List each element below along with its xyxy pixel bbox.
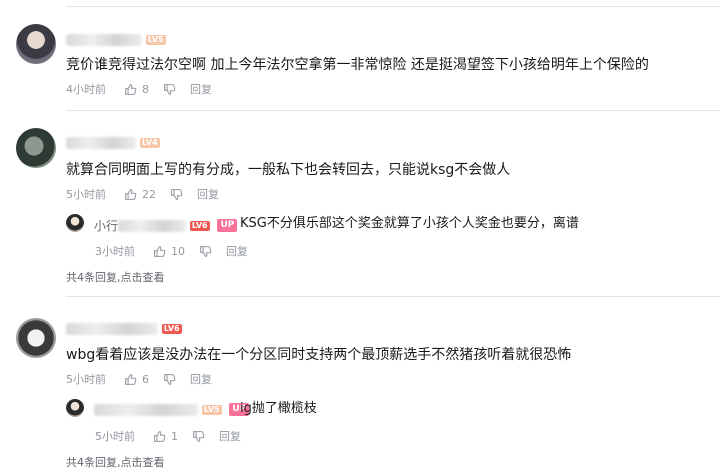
thumbs-up-icon bbox=[125, 188, 137, 200]
username-prefix: 小行 bbox=[94, 219, 119, 233]
level-badge: LV6 bbox=[161, 323, 182, 334]
dislike-button[interactable] bbox=[170, 188, 183, 201]
thumbs-up-icon bbox=[125, 373, 137, 385]
username-blurred bbox=[66, 136, 136, 149]
avatar[interactable] bbox=[16, 24, 56, 64]
username-blurred bbox=[118, 219, 187, 232]
like-count: 1 bbox=[171, 429, 178, 443]
thumbs-up-icon bbox=[125, 83, 137, 95]
like-button[interactable]: 8 bbox=[124, 83, 149, 96]
thumbs-down-icon bbox=[164, 83, 176, 95]
comment-meta: 5小时前 6 回复 bbox=[66, 371, 212, 387]
comment-text: 竞价谁竞得过法尔空啊 加上今年法尔空拿第一非常惊险 还是挺渴望签下小孩给明年上个… bbox=[66, 57, 649, 73]
thumbs-down-icon bbox=[164, 373, 176, 385]
dislike-button[interactable] bbox=[163, 83, 176, 96]
reply-text: ig抛了橄榄枝 bbox=[240, 401, 317, 416]
up-badge: UP bbox=[217, 219, 238, 232]
reply-meta: 3小时前 10 回复 bbox=[95, 243, 248, 259]
like-count: 22 bbox=[142, 187, 156, 201]
comment-meta: 5小时前 22 回复 bbox=[66, 186, 219, 202]
comment-text: wbg看着应该是没办法在一个分区同时支持两个最顶薪选手不然猪孩听着就很恐怖 bbox=[66, 347, 572, 363]
username[interactable]: LV6 bbox=[66, 321, 182, 335]
like-count: 6 bbox=[142, 372, 149, 386]
timestamp: 4小时前 bbox=[66, 83, 106, 96]
username-blurred bbox=[66, 33, 142, 46]
username[interactable]: 小行 LV6 UP bbox=[94, 217, 238, 233]
avatar[interactable] bbox=[16, 128, 56, 168]
thumbs-down-icon bbox=[193, 430, 205, 442]
view-more-replies: 共4条回复,点击查看 bbox=[66, 269, 165, 285]
dislike-button[interactable] bbox=[199, 245, 212, 258]
thumbs-up-icon bbox=[154, 245, 166, 257]
thumbs-up-icon bbox=[154, 430, 166, 442]
view-replies-link[interactable]: 点击查看 bbox=[121, 456, 165, 469]
divider-top bbox=[66, 6, 720, 7]
avatar[interactable] bbox=[66, 399, 84, 417]
level-badge: LV5 bbox=[201, 404, 222, 415]
divider bbox=[66, 296, 720, 297]
view-more-replies: 共4条回复,点击查看 bbox=[66, 454, 165, 470]
like-button[interactable]: 10 bbox=[153, 245, 185, 258]
username[interactable]: LV5 bbox=[66, 32, 166, 46]
like-button[interactable]: 6 bbox=[124, 373, 149, 386]
timestamp: 5小时前 bbox=[66, 188, 106, 201]
view-replies-link[interactable]: 点击查看 bbox=[121, 271, 165, 284]
reply-button[interactable]: 回复 bbox=[190, 371, 212, 387]
dislike-button[interactable] bbox=[163, 373, 176, 386]
reply-button[interactable]: 回复 bbox=[197, 186, 219, 202]
comment-text: 就算合同明面上写的有分成，一般私下也会转回去，只能说ksg不会做人 bbox=[66, 162, 511, 178]
timestamp: 3小时前 bbox=[95, 245, 135, 258]
reply-meta: 5小时前 1 回复 bbox=[95, 428, 241, 444]
level-badge: LV5 bbox=[145, 34, 166, 45]
dislike-button[interactable] bbox=[192, 430, 205, 443]
reply-text: KSG不分俱乐部这个奖金就算了小孩个人奖金也要分，离谱 bbox=[240, 216, 579, 231]
like-button[interactable]: 1 bbox=[153, 430, 178, 443]
reply-count: 共4条回复, bbox=[66, 456, 121, 469]
like-button[interactable]: 22 bbox=[124, 188, 156, 201]
timestamp: 5小时前 bbox=[66, 373, 106, 386]
reply-count: 共4条回复, bbox=[66, 271, 121, 284]
divider bbox=[66, 110, 720, 111]
thumbs-down-icon bbox=[171, 188, 183, 200]
thumbs-down-icon bbox=[200, 245, 212, 257]
comment-meta: 4小时前 8 回复 bbox=[66, 81, 212, 97]
level-badge: LV6 bbox=[189, 220, 210, 231]
reply-button[interactable]: 回复 bbox=[219, 428, 241, 444]
username[interactable]: LV5 UP bbox=[94, 402, 250, 416]
level-badge: LV4 bbox=[139, 137, 160, 148]
avatar[interactable] bbox=[66, 214, 84, 232]
username[interactable]: LV4 bbox=[66, 135, 160, 149]
like-count: 10 bbox=[171, 244, 185, 258]
avatar[interactable] bbox=[16, 318, 56, 358]
reply-button[interactable]: 回复 bbox=[226, 243, 248, 259]
username-blurred bbox=[66, 322, 158, 335]
like-count: 8 bbox=[142, 82, 149, 96]
reply-button[interactable]: 回复 bbox=[190, 81, 212, 97]
timestamp: 5小时前 bbox=[95, 430, 135, 443]
username-blurred bbox=[94, 403, 198, 416]
